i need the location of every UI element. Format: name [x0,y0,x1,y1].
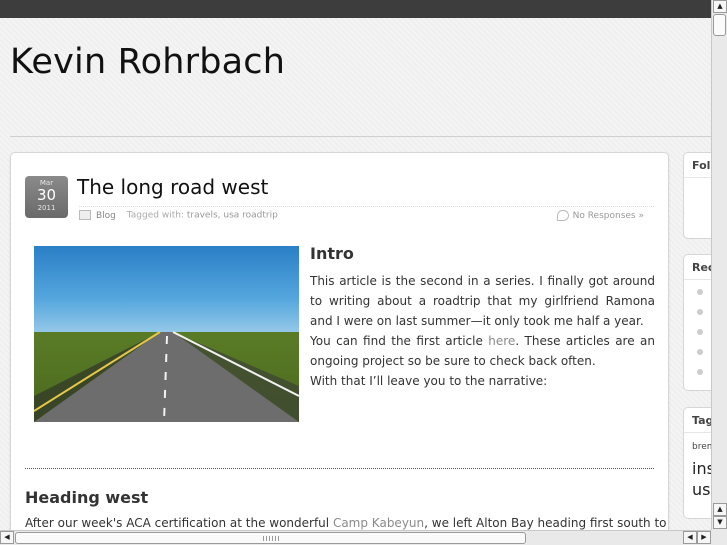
list-bullet [697,369,703,375]
grip-icon [263,536,279,541]
scroll-up-button[interactable]: ▲ [713,0,727,13]
sidebar-tags-widget: Tags bremen ins us [683,407,711,519]
scroll-right-button[interactable]: ▶ [697,531,711,544]
sidebar-recent-widget: Recent [683,254,711,391]
scroll-left-button-right[interactable]: ◀ [683,531,697,544]
post-title[interactable]: The long road west [77,175,268,199]
scroll-down-button[interactable]: ▼ [713,516,727,529]
list-bullet [697,289,703,295]
tag-link[interactable]: bremen [692,442,711,452]
intro-paragraph-1: This article is the second in a series. … [310,274,655,328]
scroll-left-button[interactable]: ◀ [0,531,14,544]
widget-title-tags: Tags [684,408,711,433]
post-meta: Blog Tagged with: travels, usa roadtrip … [79,206,654,225]
intro-heading: Intro [310,244,354,263]
tag-link[interactable]: ins [692,459,711,478]
intro-text: This article is the second in a series. … [310,271,655,391]
browser-top-bar [0,0,727,18]
tag-link[interactable]: us [692,480,710,499]
scrollbar-corner [711,530,727,545]
arrow-up-icon: ▲ [717,505,723,513]
list-bullet [697,329,703,335]
date-year: 2011 [37,204,56,212]
list-bullet [697,349,703,355]
folder-icon [79,210,91,220]
vertical-scrollbar[interactable]: ▲ ▲ ▼ [711,0,727,530]
widget-title-recent: Recent [684,255,711,280]
intro-p2-text: You can find the first article [310,334,489,348]
first-article-link[interactable]: here [488,334,515,348]
road-photo [34,246,299,422]
list-bullet [697,309,703,315]
widget-title-follow: Follow [684,153,711,178]
arrow-left-icon: ◀ [4,533,10,541]
photo-road-graphic [34,331,299,422]
arrow-up-icon: ▲ [717,2,723,10]
category-link[interactable]: Blog [96,211,116,221]
scroll-up-button-lower[interactable]: ▲ [713,503,727,516]
section-divider [25,468,654,469]
section-paragraph: After our week's ACA certification at th… [25,516,667,530]
section-text-end: , we left Alton Bay heading first south … [424,516,667,530]
intro-paragraph-2: You can find the first article here. The… [310,331,655,371]
responses-label: No Responses » [572,211,644,221]
intro-paragraph-3: With that I’ll leave you to the narrativ… [310,374,548,388]
section-text: After our week's ACA certification at th… [25,516,333,530]
camp-kabeyun-link[interactable]: Camp Kabeyun [333,516,424,530]
tags-label: Tagged with: [126,210,184,221]
sidebar-follow-widget: Follow [683,152,711,239]
horizontal-scrollbar[interactable]: ◀ ◀ ▶ [0,530,711,545]
arrow-right-icon: ▶ [701,533,707,541]
site-title[interactable]: Kevin Rohrbach [10,42,285,82]
arrow-left-icon: ◀ [687,533,693,541]
horizontal-scroll-thumb[interactable] [15,532,526,544]
date-day: 30 [36,186,57,204]
date-badge: Mar 30 2011 [25,176,68,218]
vertical-scroll-thumb[interactable] [713,14,726,36]
page: Kevin Rohrbach Mar 30 2011 The long road… [0,18,711,530]
tags-links[interactable]: travels, usa roadtrip [187,211,278,221]
arrow-down-icon: ▼ [717,518,723,526]
header-divider [10,136,711,137]
responses-link[interactable]: No Responses » [556,210,644,221]
post-article: Mar 30 2011 The long road west Blog Tagg… [10,152,669,530]
comment-icon [556,210,569,221]
section-heading: Heading west [25,488,149,507]
